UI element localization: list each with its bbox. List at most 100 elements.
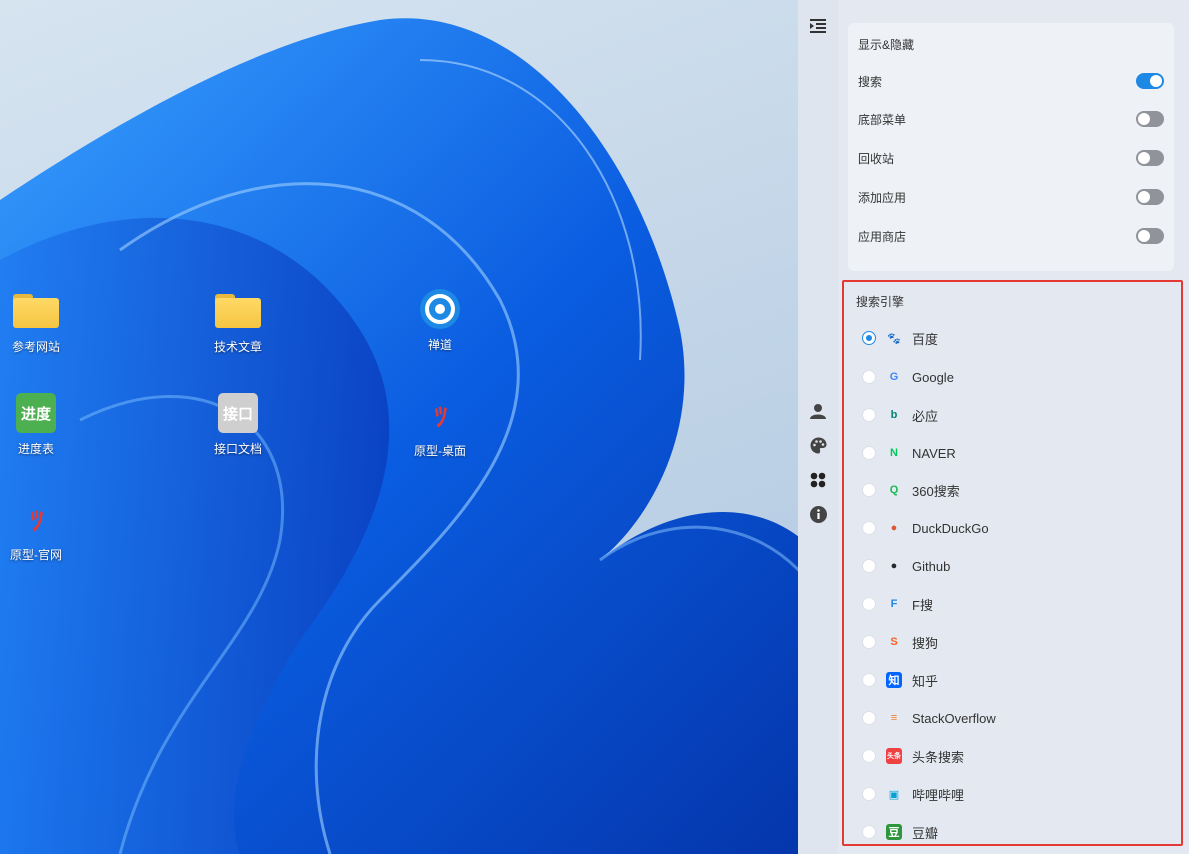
bilibili-icon: ▣ xyxy=(888,788,900,801)
folder-icon xyxy=(215,288,261,334)
info-icon[interactable] xyxy=(808,504,828,524)
stackoverflow-icon: ≡ xyxy=(890,712,898,724)
desktop-icon-label: 接口文档 xyxy=(213,442,262,456)
search-engine-label: StackOverflow xyxy=(912,710,996,726)
desktop-icon-label: 参考网站 xyxy=(11,340,60,354)
bing-icon: b xyxy=(890,409,898,421)
search-engine-label: 360搜索 xyxy=(912,483,960,499)
douban-icon: 豆 xyxy=(886,824,902,840)
search-engine-option[interactable]: N NAVER xyxy=(862,442,956,464)
desktop-icon-api-docs[interactable]: 接口 接口文档 xyxy=(193,390,283,457)
search-engine-option[interactable]: 豆豆瓣 xyxy=(862,821,938,843)
search-engine-title: 搜索引擎 xyxy=(856,295,905,309)
search-engine-option[interactable]: b 必应 xyxy=(862,404,938,426)
search-engine-option[interactable]: Q 360搜索 xyxy=(862,479,960,501)
show-hide-card: 显示&隐藏 搜索 底部菜单 回收站 添加应用 应用商店 xyxy=(848,23,1174,271)
search-engine-option[interactable]: ▣ 哔哩哔哩 xyxy=(862,783,964,805)
zhihu-icon: 知 xyxy=(886,672,902,688)
toggle-switch[interactable] xyxy=(1136,189,1164,205)
toggle-label: 应用商店 xyxy=(858,229,907,244)
toggle-label: 底部菜单 xyxy=(858,112,907,127)
search-engine-label: DuckDuckGo xyxy=(912,520,989,536)
desktop-icon-label: 原型-官网 xyxy=(10,548,62,562)
radio-button[interactable] xyxy=(862,408,876,422)
toggle-label: 添加应用 xyxy=(858,190,907,205)
toggle-row-app-store: 应用商店 xyxy=(858,226,1164,246)
progress-tile-icon: 进度 xyxy=(13,390,59,436)
search-engine-label: 哔哩哔哩 xyxy=(912,787,965,803)
radio-button[interactable] xyxy=(862,597,876,611)
desktop-icon-prototype-website[interactable]: ﾂ 原型-官网 xyxy=(0,496,81,563)
radio-button[interactable] xyxy=(862,749,876,763)
search-engine-label: F搜 xyxy=(912,597,933,613)
toggle-switch[interactable] xyxy=(1136,228,1164,244)
radio-button[interactable] xyxy=(862,673,876,687)
radio-button[interactable] xyxy=(862,635,876,649)
folder-icon xyxy=(13,288,59,334)
toggle-row-recycle-bin: 回收站 xyxy=(858,148,1164,168)
radio-button[interactable] xyxy=(862,483,876,497)
toggle-row-search: 搜索 xyxy=(858,71,1164,91)
toutiao-icon: 头条 xyxy=(886,748,902,764)
radio-button[interactable] xyxy=(862,370,876,384)
github-icon: ● xyxy=(890,560,898,572)
toggle-label: 回收站 xyxy=(858,151,895,166)
radio-button[interactable] xyxy=(862,559,876,573)
toggle-label: 搜索 xyxy=(858,74,883,89)
collapse-menu-icon[interactable] xyxy=(808,16,828,36)
settings-panel: 显示&隐藏 搜索 底部菜单 回收站 添加应用 应用商店 搜索引擎 🐾 百度 G Goo… xyxy=(838,0,1189,854)
desktop-icon-prototype-desktop[interactable]: ﾂ 原型-桌面 xyxy=(395,392,485,459)
desktop-icon-tech-articles[interactable]: 技术文章 xyxy=(193,288,283,355)
fsou-icon: F xyxy=(890,598,898,610)
desktop-icon-label: 原型-桌面 xyxy=(414,444,466,458)
radio-button[interactable] xyxy=(862,331,876,345)
api-tile-icon: 接口 xyxy=(215,390,261,436)
search-engine-option[interactable]: F F搜 xyxy=(862,593,933,615)
search-engine-option[interactable]: 头条 头条搜索 xyxy=(862,745,964,767)
search-engine-option[interactable]: S 搜狗 xyxy=(862,631,938,653)
toggle-row-bottom-menu: 底部菜单 xyxy=(858,109,1164,129)
desktop-icon-reference-sites[interactable]: 参考网站 xyxy=(0,288,81,355)
user-icon[interactable] xyxy=(808,401,828,421)
toggle-switch[interactable] xyxy=(1136,111,1164,127)
desktop-icon-label: 技术文章 xyxy=(213,340,262,354)
search-engine-option[interactable]: ● DuckDuckGo xyxy=(862,517,989,539)
show-hide-title: 显示&隐藏 xyxy=(858,38,915,52)
search-engine-label: Github xyxy=(912,558,951,574)
radio-button[interactable] xyxy=(862,787,876,801)
search-engine-label: 百度 xyxy=(912,331,939,347)
naver-icon: N xyxy=(890,447,898,459)
desktop-icon-label: 禅道 xyxy=(427,338,452,352)
settings-side-rail xyxy=(798,0,838,854)
toggle-switch[interactable] xyxy=(1136,73,1164,89)
radio-button[interactable] xyxy=(862,446,876,460)
search-engine-label: 必应 xyxy=(912,408,939,424)
search-engine-option[interactable]: ≡ StackOverflow xyxy=(862,707,996,729)
desktop-icon-zentao[interactable]: 禅道 xyxy=(395,286,485,353)
duckduckgo-icon: ● xyxy=(890,522,898,534)
search-engine-label: Google xyxy=(912,369,954,385)
desktop-icon-progress[interactable]: 进度 进度表 xyxy=(0,390,81,457)
radio-button[interactable] xyxy=(862,825,876,839)
apps-icon[interactable] xyxy=(808,470,828,490)
palette-icon[interactable] xyxy=(808,435,828,455)
radio-button[interactable] xyxy=(862,711,876,725)
search-engine-option[interactable]: 🐾 百度 xyxy=(862,327,938,349)
search-engine-label: 搜狗 xyxy=(912,635,939,651)
search-engine-option[interactable]: ● Github xyxy=(862,555,950,577)
toggle-row-add-app: 添加应用 xyxy=(858,187,1164,207)
zentao-icon xyxy=(417,286,463,332)
desktop-icon-label: 进度表 xyxy=(17,442,54,456)
toggle-switch[interactable] xyxy=(1136,150,1164,166)
google-icon: G xyxy=(889,371,899,383)
search-engine-option[interactable]: G Google xyxy=(862,366,954,388)
search-engine-option[interactable]: 知知乎 xyxy=(862,669,938,691)
search-engine-label: 豆瓣 xyxy=(912,825,939,841)
360-search-icon: Q xyxy=(889,484,899,496)
search-engine-label: NAVER xyxy=(912,445,956,461)
search-engine-label: 头条搜索 xyxy=(912,749,965,765)
prototype-icon: ﾂ xyxy=(434,402,447,433)
radio-button[interactable] xyxy=(862,521,876,535)
baidu-icon: 🐾 xyxy=(887,332,901,345)
search-engine-label: 知乎 xyxy=(912,673,939,689)
